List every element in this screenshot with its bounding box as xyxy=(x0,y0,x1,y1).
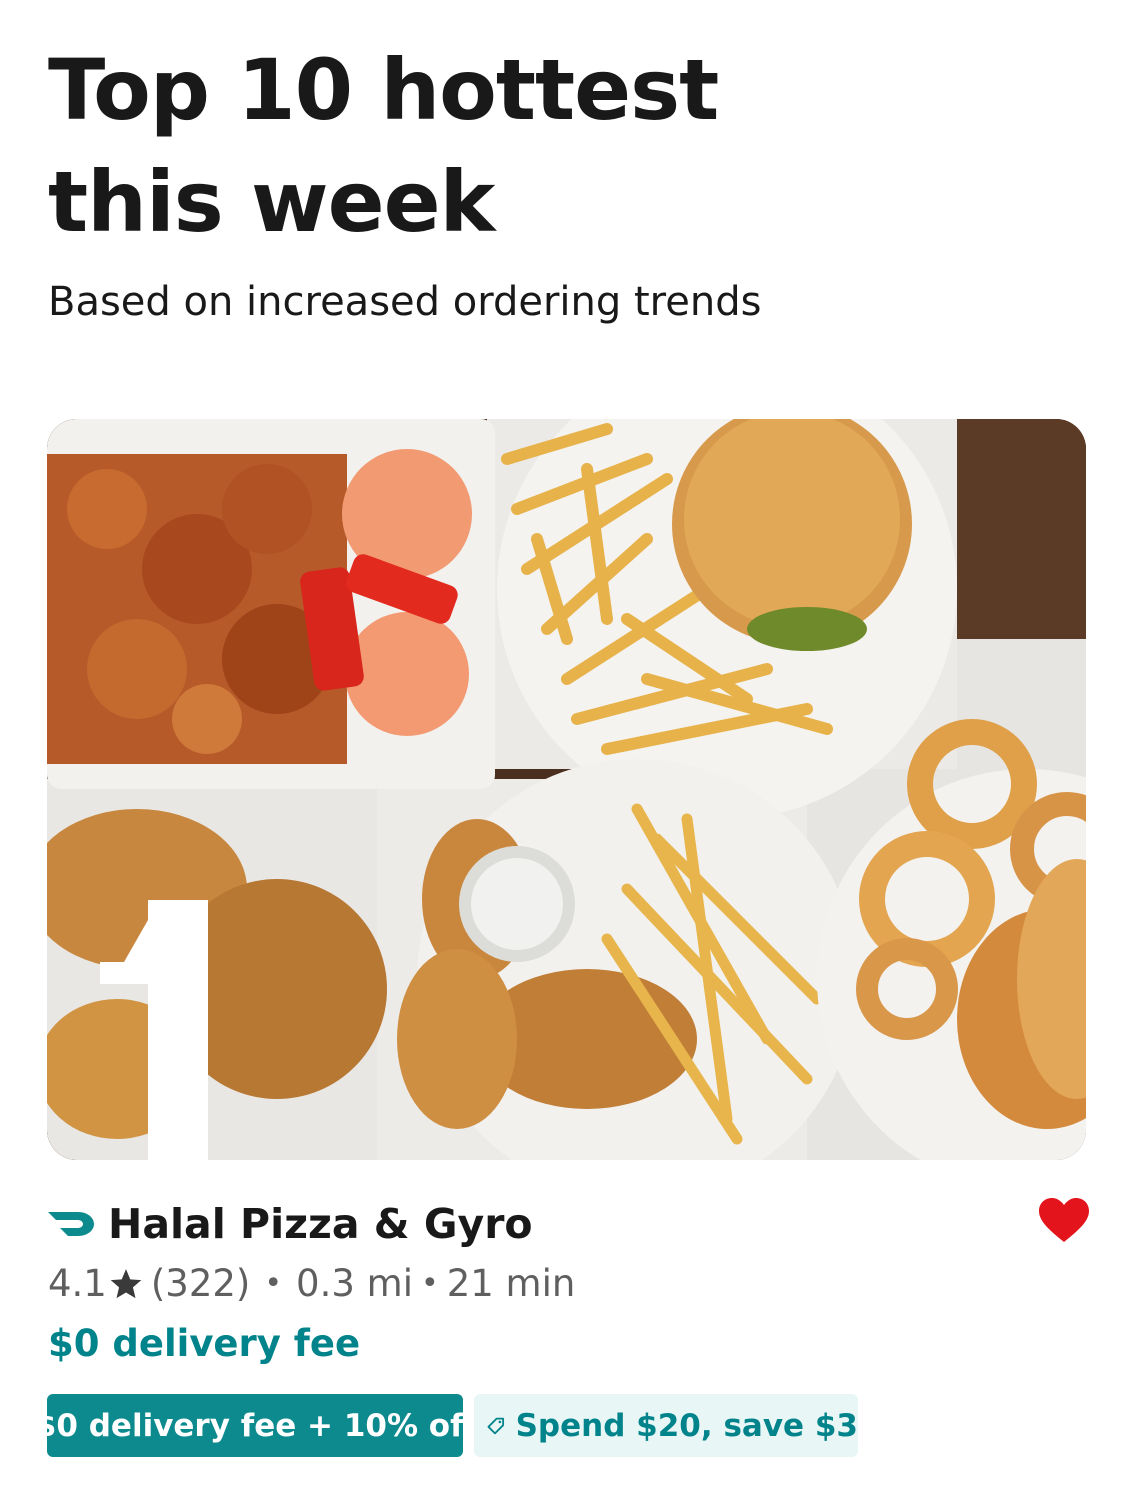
promo-badge-secondary[interactable]: Spend $20, save $3 xyxy=(474,1394,858,1457)
distance: 0.3 mi xyxy=(296,1262,413,1305)
store-header[interactable]: Halal Pizza & Gyro xyxy=(48,1196,533,1252)
review-count: (322) xyxy=(150,1262,251,1305)
page-title: Top 10 hottest this week xyxy=(48,34,948,258)
dashpass-icon xyxy=(48,1212,94,1236)
page-subtitle: Based on increased ordering trends xyxy=(48,279,762,325)
page-title-line2: this week xyxy=(48,153,495,251)
store-name[interactable]: Halal Pizza & Gyro xyxy=(108,1200,533,1248)
store-meta: 4.1 (322) • 0.3 mi • 21 min xyxy=(48,1262,575,1305)
favorite-heart-icon[interactable] xyxy=(1039,1198,1089,1244)
store-image-carousel[interactable] xyxy=(47,419,1086,1160)
page-title-line1: Top 10 hottest xyxy=(48,41,719,139)
meta-separator: • xyxy=(264,1266,283,1301)
promo-badge-primary-label: $0 delivery fee + 10% off xyxy=(34,1407,476,1444)
promo-badge-primary[interactable]: $0 delivery fee + 10% off xyxy=(35,1394,475,1457)
price-tag-icon xyxy=(487,1417,505,1434)
promo-badge-secondary-label: Spend $20, save $3 xyxy=(515,1407,858,1444)
meta-separator: • xyxy=(420,1266,439,1301)
rating-value: 4.1 xyxy=(48,1262,107,1305)
rank-number xyxy=(100,900,208,1160)
delivery-fee-text: $0 delivery fee xyxy=(48,1322,361,1365)
delivery-time: 21 min xyxy=(446,1262,576,1305)
star-icon xyxy=(110,1268,142,1298)
